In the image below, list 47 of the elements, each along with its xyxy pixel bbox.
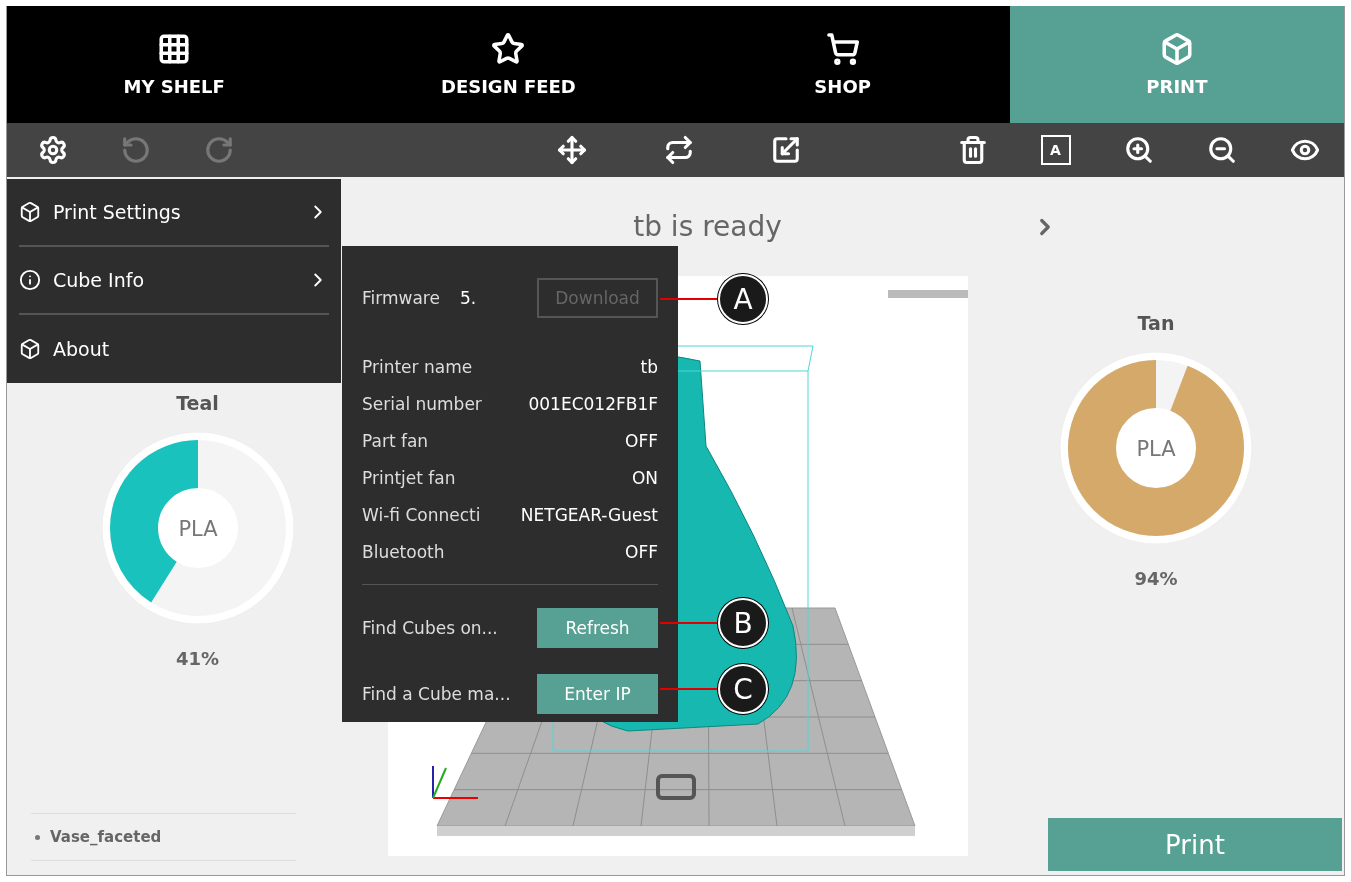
- info-label: Printjet fan: [362, 467, 456, 488]
- info-label: Part fan: [362, 430, 429, 451]
- cart-icon: [825, 32, 860, 66]
- info-icon: [19, 269, 41, 291]
- material-type: PLA: [1136, 437, 1176, 461]
- printer-status-title: tb is ready: [633, 210, 782, 243]
- bullet-icon: [35, 834, 40, 840]
- trash-icon: [957, 135, 988, 165]
- fit-button[interactable]: A: [1014, 123, 1097, 177]
- info-value: OFF: [625, 430, 658, 451]
- scale-icon: [770, 135, 801, 165]
- zoom-in-icon: [1123, 135, 1154, 165]
- material-name: Teal: [176, 392, 219, 414]
- leader-line: [660, 688, 720, 690]
- info-value: NETGEAR-Guest: [520, 504, 658, 525]
- move-icon: [556, 135, 587, 165]
- material-name: Tan: [1137, 312, 1175, 334]
- cube-icon: [19, 338, 41, 360]
- info-value: 001EC012FB1F: [528, 393, 658, 414]
- info-label: Wi-fi Connecti: [362, 504, 481, 525]
- info-value: 5.: [459, 288, 477, 308]
- info-label: Firmware: [362, 288, 440, 308]
- info-value: OFF: [625, 541, 658, 562]
- axes-icon: [432, 765, 479, 799]
- undo-icon: [120, 135, 151, 165]
- info-label: Find Cubes on...: [362, 618, 498, 638]
- settings-icon: [37, 135, 68, 165]
- material-type: PLA: [177, 517, 218, 541]
- leader-line: [660, 298, 720, 300]
- menu-item[interactable]: Cube Info: [19, 247, 329, 315]
- grid-icon: [157, 32, 192, 66]
- menu-item[interactable]: Print Settings: [19, 179, 329, 247]
- menu-item[interactable]: About: [19, 315, 329, 383]
- info-label: Bluetooth: [362, 541, 445, 562]
- info-value: ON: [631, 467, 658, 488]
- info-label: Serial number: [362, 393, 482, 414]
- redo-icon: [203, 135, 234, 165]
- filament-percentage: 41%: [175, 648, 220, 669]
- filament-percentage: 94%: [1134, 568, 1178, 589]
- model-name[interactable]: Vase_faceted: [50, 828, 162, 846]
- info-value: tb: [640, 356, 658, 377]
- info-label: Find a Cube ma...: [362, 684, 511, 704]
- zoom-out-icon: [1206, 135, 1237, 165]
- leader-line: [660, 622, 720, 624]
- star-icon: [491, 32, 526, 66]
- rotate-icon: [663, 135, 694, 165]
- info-label: Printer name: [362, 356, 473, 377]
